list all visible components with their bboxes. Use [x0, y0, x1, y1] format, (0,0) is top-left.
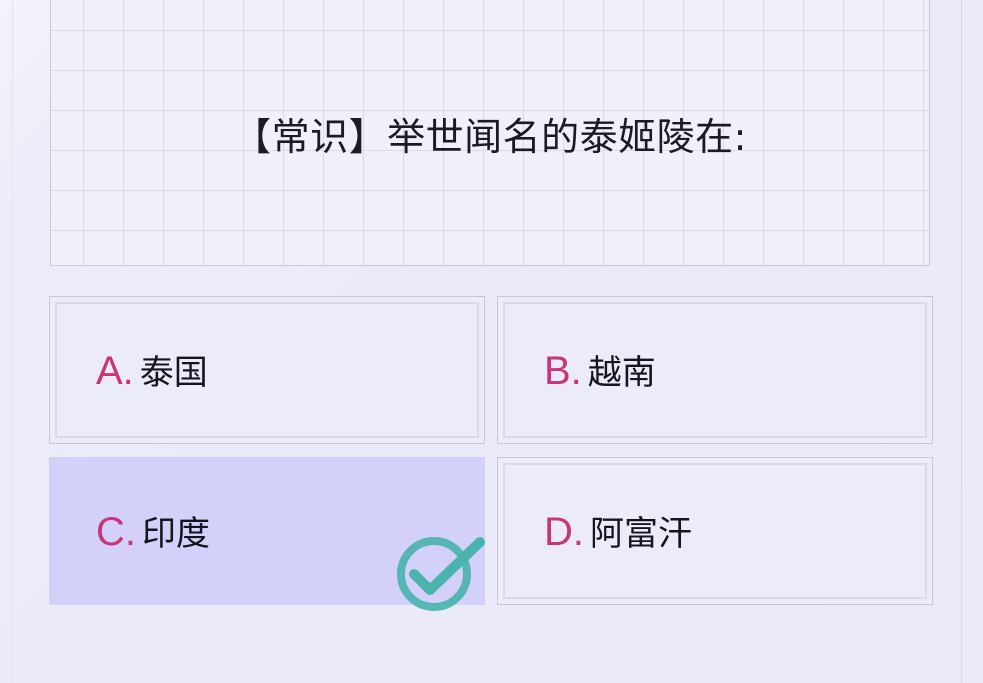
option-a-label: A. 泰国 — [96, 345, 208, 394]
quiz-screen: 【常识】举世闻名的泰姬陵在: A. 泰国 B. 越南 C. 印度 D. 阿富汗 — [0, 0, 983, 683]
option-b[interactable]: B. 越南 — [497, 296, 933, 444]
option-a-letter: A. — [96, 349, 134, 393]
option-d-letter: D. — [544, 510, 584, 554]
option-c-label: C. 印度 — [96, 506, 210, 555]
option-c-text: 印度 — [142, 514, 210, 554]
question-text: 【常识】举世闻名的泰姬陵在: — [233, 115, 747, 159]
option-b-label: B. 越南 — [544, 345, 656, 394]
option-d-text: 阿富汗 — [590, 514, 692, 554]
question-card: 【常识】举世闻名的泰姬陵在: — [50, 0, 930, 266]
option-c-letter: C. — [96, 510, 136, 554]
option-a[interactable]: A. 泰国 — [49, 296, 485, 444]
option-d[interactable]: D. 阿富汗 — [497, 457, 933, 605]
option-b-letter: B. — [544, 349, 582, 393]
option-d-label: D. 阿富汗 — [544, 506, 692, 555]
option-a-text: 泰国 — [139, 353, 208, 393]
option-b-text: 越南 — [587, 353, 656, 393]
right-divider — [961, 0, 962, 683]
checkmark-icon — [397, 537, 485, 611]
left-divider — [12, 0, 13, 683]
